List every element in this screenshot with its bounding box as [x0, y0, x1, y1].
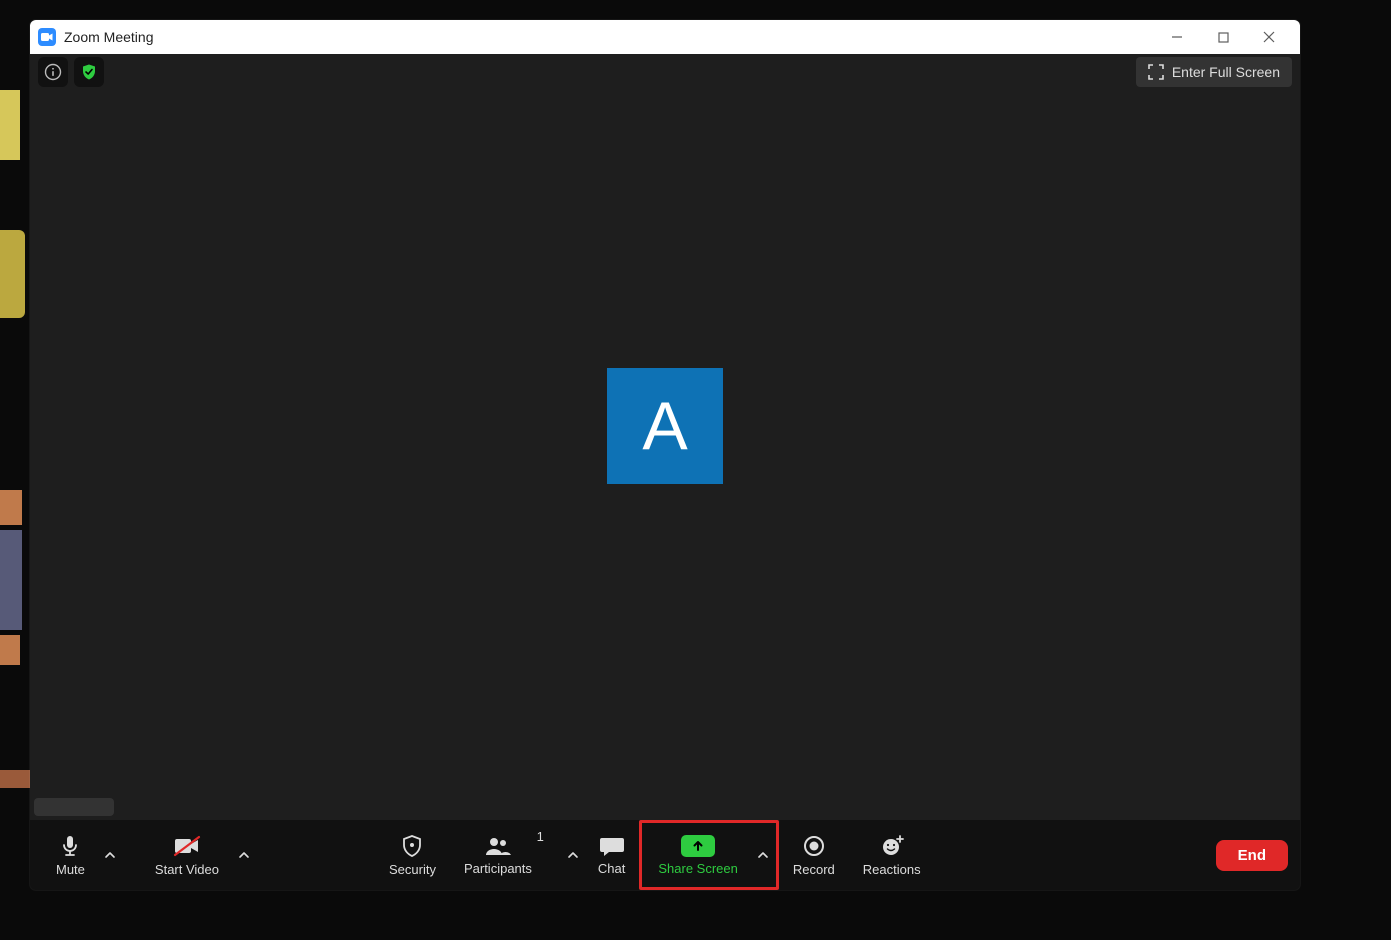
participant-avatar: A — [607, 368, 723, 484]
window-maximize-button[interactable] — [1200, 20, 1246, 54]
window-controls — [1154, 20, 1292, 54]
reactions-label: Reactions — [863, 862, 921, 877]
window-title: Zoom Meeting — [64, 29, 153, 45]
window-titlebar: Zoom Meeting — [30, 20, 1300, 54]
audio-controls-group: Mute — [42, 825, 121, 885]
share-screen-options-caret[interactable] — [752, 825, 774, 885]
reactions-icon — [880, 834, 904, 858]
shield-icon — [400, 834, 424, 858]
video-controls-group: Start Video — [141, 825, 255, 885]
participant-initial: A — [642, 387, 687, 465]
start-video-button[interactable]: Start Video — [141, 825, 233, 885]
share-screen-icon — [681, 835, 715, 857]
security-label: Security — [389, 862, 436, 877]
zoom-logo-icon — [38, 28, 56, 46]
meeting-toolbar: Mute Start Video Security — [30, 820, 1300, 890]
window-minimize-button[interactable] — [1154, 20, 1200, 54]
zoom-meeting-window: Zoom Meeting Enter — [30, 20, 1300, 890]
video-off-icon — [173, 834, 201, 858]
end-label: End — [1238, 847, 1266, 864]
end-meeting-button[interactable]: End — [1216, 840, 1288, 871]
participant-name-plate — [34, 798, 114, 816]
meeting-topbar: Enter Full Screen — [30, 54, 1300, 90]
audio-options-caret[interactable] — [99, 825, 121, 885]
record-button[interactable]: Record — [779, 825, 849, 885]
window-close-button[interactable] — [1246, 20, 1292, 54]
video-options-caret[interactable] — [233, 825, 255, 885]
share-screen-button[interactable]: Share Screen — [644, 825, 752, 885]
enter-fullscreen-button[interactable]: Enter Full Screen — [1136, 57, 1292, 87]
participants-options-caret[interactable] — [562, 825, 584, 885]
microphone-icon — [58, 834, 82, 858]
start-video-label: Start Video — [155, 862, 219, 877]
participants-label: Participants — [464, 861, 532, 876]
encryption-shield-icon[interactable] — [74, 57, 104, 87]
reactions-button[interactable]: Reactions — [849, 825, 935, 885]
participants-count: 1 — [537, 829, 544, 844]
chat-label: Chat — [598, 861, 625, 876]
share-screen-label: Share Screen — [658, 861, 738, 876]
participants-button[interactable]: Participants 1 — [450, 825, 562, 885]
chat-bubble-icon — [599, 835, 625, 857]
record-label: Record — [793, 862, 835, 877]
fullscreen-label: Enter Full Screen — [1172, 64, 1280, 80]
participants-icon — [484, 835, 512, 857]
mute-button[interactable]: Mute — [42, 825, 99, 885]
share-screen-highlight: Share Screen — [639, 820, 779, 890]
security-button[interactable]: Security — [375, 825, 450, 885]
mute-label: Mute — [56, 862, 85, 877]
fullscreen-icon — [1148, 64, 1164, 80]
record-icon — [802, 834, 826, 858]
meeting-info-button[interactable] — [38, 57, 68, 87]
video-area: A — [30, 90, 1300, 820]
participants-group: Participants 1 — [450, 825, 584, 885]
chat-button[interactable]: Chat — [584, 825, 639, 885]
